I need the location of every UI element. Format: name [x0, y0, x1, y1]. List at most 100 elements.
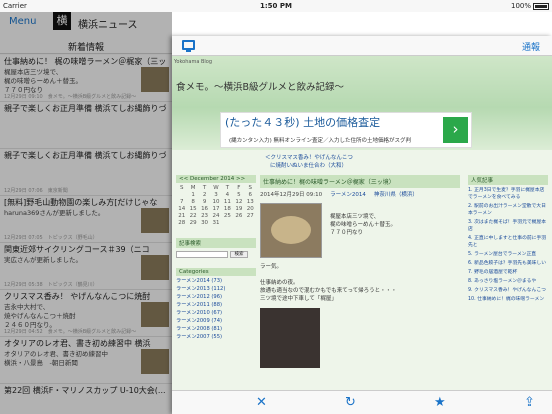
calendar-day[interactable]: 12: [233, 199, 244, 206]
category-link[interactable]: ラーメン2014 (73): [176, 277, 256, 285]
post-photo-shop[interactable]: [260, 308, 320, 368]
ranking-link[interactable]: 1. 正月3日で生麦？手羽に梶屋本店でラーメンを食べてみる: [468, 187, 548, 201]
calendar-day[interactable]: 11: [222, 199, 233, 206]
calendar-day[interactable]: 2: [199, 192, 210, 199]
calendar-day[interactable]: 8: [187, 199, 198, 206]
calendar-day[interactable]: 24: [210, 213, 221, 220]
ranking-link[interactable]: 3. 次はまた梶そば！手羽元で梶屋本店: [468, 219, 548, 233]
menu-button[interactable]: Menu: [9, 16, 36, 27]
categories-title: Categories: [176, 268, 256, 276]
calendar-prev[interactable]: <<: [179, 176, 188, 182]
ranking-link[interactable]: 8. あっさり塩ラーメン＠まるや: [468, 278, 548, 285]
category-link[interactable]: ラーメン2009 (74): [176, 317, 256, 325]
category-link[interactable]: ラーメン2010 (67): [176, 309, 256, 317]
calendar-day[interactable]: 3: [210, 192, 221, 199]
feed-item-meta: 12月29日 07:06 東京新聞: [4, 188, 68, 194]
category-link[interactable]: ラーメン2007 (55): [176, 333, 256, 341]
share-icon[interactable]: ⇪: [524, 393, 535, 413]
search-button[interactable]: 検索: [230, 251, 248, 258]
monitor-icon[interactable]: [182, 40, 195, 52]
ranking-link[interactable]: 7. 野毛の居酒屋で乾杯: [468, 269, 548, 276]
calendar-day[interactable]: 31: [210, 220, 221, 227]
calendar-day[interactable]: 9: [199, 199, 210, 206]
calendar-day[interactable]: 23: [199, 213, 210, 220]
next-post-link[interactable]: に焼酎いぬいま仕合わ（大和）: [265, 162, 353, 170]
calendar-day[interactable]: 20: [245, 206, 256, 213]
ranking-widget: 人気記事 1. 正月3日で生麦？手羽に梶屋本店でラーメンを食べてみる 2. 駅前の…: [468, 175, 548, 303]
category-link[interactable]: ラーメン2011 (88): [176, 301, 256, 309]
ranking-link[interactable]: 9. クリスマス香み！やげんなんこつ: [468, 287, 548, 294]
browser-panel: 通報 Yokohama Blog 食メモ。〜横浜B級グルメと飲み記録〜 (たった…: [172, 36, 552, 414]
calendar-next[interactable]: >>: [236, 176, 245, 182]
calendar-day[interactable]: 18: [222, 206, 233, 213]
calendar-day[interactable]: 1: [187, 192, 198, 199]
star-icon[interactable]: ★: [434, 393, 446, 413]
feed-item[interactable]: 第22回 横浜F・マリノスカップ U-10大会(...: [0, 384, 172, 414]
calendar-widget: << December 2014 >> S M T W T F S 1 2 3 4 5 6 7 8 9 10 11…: [176, 175, 256, 227]
calendar-day[interactable]: 14: [176, 206, 187, 213]
ranking-link[interactable]: 2. 駅前のお出汁ラーメン堂散で大日本ラーメン: [468, 203, 548, 217]
calendar-day[interactable]: 17: [210, 206, 221, 213]
blog-title[interactable]: 食メモ。〜横浜B級グルメと飲み記録〜: [176, 79, 344, 93]
browser-toolbar: ✕ ↻ ★ ⇪: [172, 390, 552, 414]
feed-item[interactable]: 関東近郊サイクリングコース＃39（ニコ 実広さんが更新しました。 12月29日 05…: [0, 243, 172, 290]
blog-brand: Yokohama Blog: [174, 59, 213, 65]
calendar-day[interactable]: 21: [176, 213, 187, 220]
feed-item-meta: 12月29日 04:52 食メモ。〜横浜B級グルメと飲み記録〜: [4, 329, 137, 335]
ranking-link[interactable]: 10. 仕事納めに！梶の味噌ラーメン: [468, 296, 548, 303]
calendar-day[interactable]: 27: [245, 213, 256, 220]
calendar-day[interactable]: 28: [176, 220, 187, 227]
calendar-header: << December 2014 >>: [176, 175, 256, 183]
calendar-day[interactable]: 30: [199, 220, 210, 227]
blog-header: Yokohama Blog 食メモ。〜横浜B級グルメと飲み記録〜 (たった４３秒…: [172, 56, 552, 150]
post-photo-ramen[interactable]: [260, 203, 322, 258]
report-button[interactable]: 通報: [522, 40, 540, 53]
reload-icon[interactable]: ↻: [345, 393, 356, 413]
feed-item-title: 関東近郊サイクリングコース＃39（ニコ: [4, 245, 150, 254]
calendar-day[interactable]: 22: [187, 213, 198, 220]
category-link[interactable]: ラーメン2008 (81): [176, 325, 256, 333]
calendar-day[interactable]: 25: [222, 213, 233, 220]
calendar-day[interactable]: 6: [245, 192, 256, 199]
ranking-link[interactable]: 6. 新品色餃子は？手羽先も美味しい: [468, 260, 548, 267]
post-title[interactable]: 仕事納めに！梶の味噌ラーメン＠梶家（三ッ境）: [260, 175, 460, 188]
calendar-day[interactable]: 19: [233, 206, 244, 213]
calendar-day[interactable]: 26: [233, 213, 244, 220]
search-input[interactable]: [176, 251, 228, 258]
calendar-day[interactable]: 10: [210, 199, 221, 206]
feed-item[interactable]: 親子で楽しくお正月準備 横浜てしお縄飾りづくり - 東京新 12月29日 07:0…: [0, 149, 172, 196]
calendar-day[interactable]: 16: [199, 206, 210, 213]
feed-item[interactable]: クリスマス香み！ やげんなんこつに焼酎 吉永中大村で、 焼やげんなんこつ＋焼酎 ２…: [0, 290, 172, 337]
ranking-link[interactable]: 4. 正直に中しますと仕事の前に手羽先と: [468, 235, 548, 249]
feed-item[interactable]: [無料]野毛山動物園の楽しみ方[だけじゃな haruna369さんが更新しました。…: [0, 196, 172, 243]
close-icon[interactable]: ✕: [256, 393, 267, 413]
calendar-day[interactable]: 4: [222, 192, 233, 199]
category-link[interactable]: ラーメン2013 (112): [176, 285, 256, 293]
feed-item[interactable]: 親子で楽しくお正月準備 横浜てしお縄飾りづくり: [0, 102, 172, 149]
calendar-dow: S: [179, 185, 184, 191]
blog-post: 仕事納めに！梶の味噌ラーメン＠梶家（三ッ境） 2014年12月29日 09:10…: [260, 175, 460, 368]
post-nav-links: ＜クリスマス香み！やげんなんこつ に焼酎いぬいま仕合わ（大和）: [265, 154, 353, 170]
ad-banner[interactable]: (たった４３秒) 土地の価格査定 (縄カンタン入力) 無料オンライン査定／入力し…: [220, 112, 472, 148]
calendar-day[interactable]: 15: [187, 206, 198, 213]
calendar-dow: W: [213, 185, 219, 191]
feed-item[interactable]: 仕事納めに！ 梶の味噌ラーメン＠梶家（三ッ 梶屋本店三ツ境で、 梶の味噌らーめん＋…: [0, 55, 172, 102]
feed-item-meta: 12月29日 05:38 トピックス（鶴見川）: [4, 282, 98, 288]
calendar-day[interactable]: 29: [187, 220, 198, 227]
ranking-list: 1. 正月3日で生麦？手羽に梶屋本店でラーメンを食べてみる 2. 駅前のお出汁ラー…: [468, 187, 548, 303]
web-view[interactable]: Yokohama Blog 食メモ。〜横浜B級グルメと飲み記録〜 (たった４３秒…: [172, 56, 552, 390]
category-link[interactable]: ラーメン2012 (96): [176, 293, 256, 301]
post-tags[interactable]: 神奈川県（横浜）: [374, 190, 418, 198]
battery-indicator: 100%: [511, 0, 549, 12]
ranking-title: 人気記事: [468, 175, 548, 185]
prev-post-link[interactable]: ＜クリスマス香み！やげんなんこつ: [265, 154, 353, 162]
calendar-day[interactable]: 13: [245, 199, 256, 206]
ad-arrow-button[interactable]: ›: [443, 117, 468, 143]
feed-item[interactable]: オタリアのレオ君、書き初め練習中 横浜 オタリアのレオ君、書き初め練習中 横浜・八…: [0, 337, 172, 384]
post-category[interactable]: ラーメン2014: [330, 190, 366, 198]
ranking-link[interactable]: 5. ラーメン屋台でラーメン正直: [468, 251, 548, 258]
feed-item-desc: [4, 115, 132, 141]
calendar-day[interactable]: 5: [233, 192, 244, 199]
calendar-day[interactable]: 7: [176, 199, 187, 206]
post-body: ラー気。 仕事納めの夜。 旅通も適当なので混むかもでも来てって帰ろうと・・・ 三…: [260, 264, 397, 302]
